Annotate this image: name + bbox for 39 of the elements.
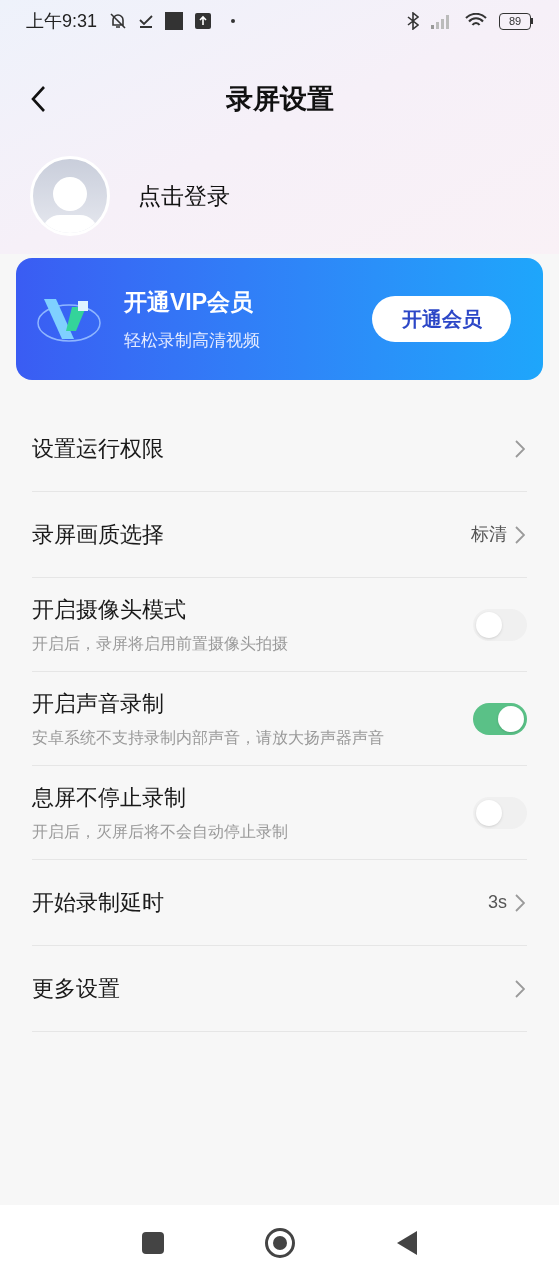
setting-label: 开始录制延时 — [32, 889, 164, 917]
setting-value: 标清 — [471, 523, 507, 546]
chevron-right-icon — [515, 439, 525, 458]
setting-description: 开启后，录屏将启用前置摄像头拍摄 — [32, 634, 288, 655]
setting-description: 安卓系统不支持录制内部声音，请放大扬声器声音 — [32, 728, 384, 749]
back-icon[interactable] — [30, 85, 46, 113]
bell-off-icon — [109, 12, 128, 30]
setting-label: 开启摄像头模式 — [32, 596, 187, 625]
battery-icon: 89 — [499, 12, 533, 30]
vip-subtitle: 轻松录制高清视频 — [124, 329, 260, 352]
settings-row[interactable]: 设置运行权限 — [32, 406, 527, 492]
vip-button[interactable]: 开通会员 — [372, 296, 511, 342]
setting-label: 设置运行权限 — [32, 435, 164, 463]
setting-label: 更多设置 — [32, 975, 120, 1003]
square-icon — [165, 12, 184, 30]
chevron-right-icon — [515, 979, 525, 998]
settings-row[interactable]: 开始录制延时 3s — [32, 860, 527, 946]
check-icon — [139, 14, 154, 28]
setting-label: 息屏不停止录制 — [32, 784, 187, 813]
toggle-switch[interactable] — [473, 796, 527, 829]
toggle-switch[interactable] — [473, 608, 527, 641]
back-nav-icon[interactable] — [395, 1229, 418, 1256]
toggle-switch[interactable] — [473, 702, 527, 735]
recent-apps-icon[interactable] — [141, 1231, 164, 1254]
chevron-right-icon — [515, 525, 525, 544]
setting-label: 开启声音录制 — [32, 690, 165, 719]
status-time: 上午9:31 — [26, 9, 98, 33]
settings-row[interactable]: 录屏画质选择 标清 — [32, 492, 527, 578]
setting-value: 3s — [488, 891, 507, 914]
vip-title: 开通VIP会员 — [124, 288, 255, 317]
settings-row[interactable]: 更多设置 — [32, 946, 527, 1032]
login-link[interactable]: 点击登录 — [138, 178, 230, 214]
bluetooth-icon — [407, 12, 419, 30]
setting-label: 录屏画质选择 — [32, 521, 164, 549]
page-title: 录屏设置 — [225, 82, 334, 116]
chevron-right-icon — [515, 893, 525, 912]
upload-icon — [195, 13, 212, 29]
home-icon[interactable] — [263, 1226, 296, 1259]
setting-description: 开启后，灭屏后将不会自动停止录制 — [32, 822, 288, 843]
